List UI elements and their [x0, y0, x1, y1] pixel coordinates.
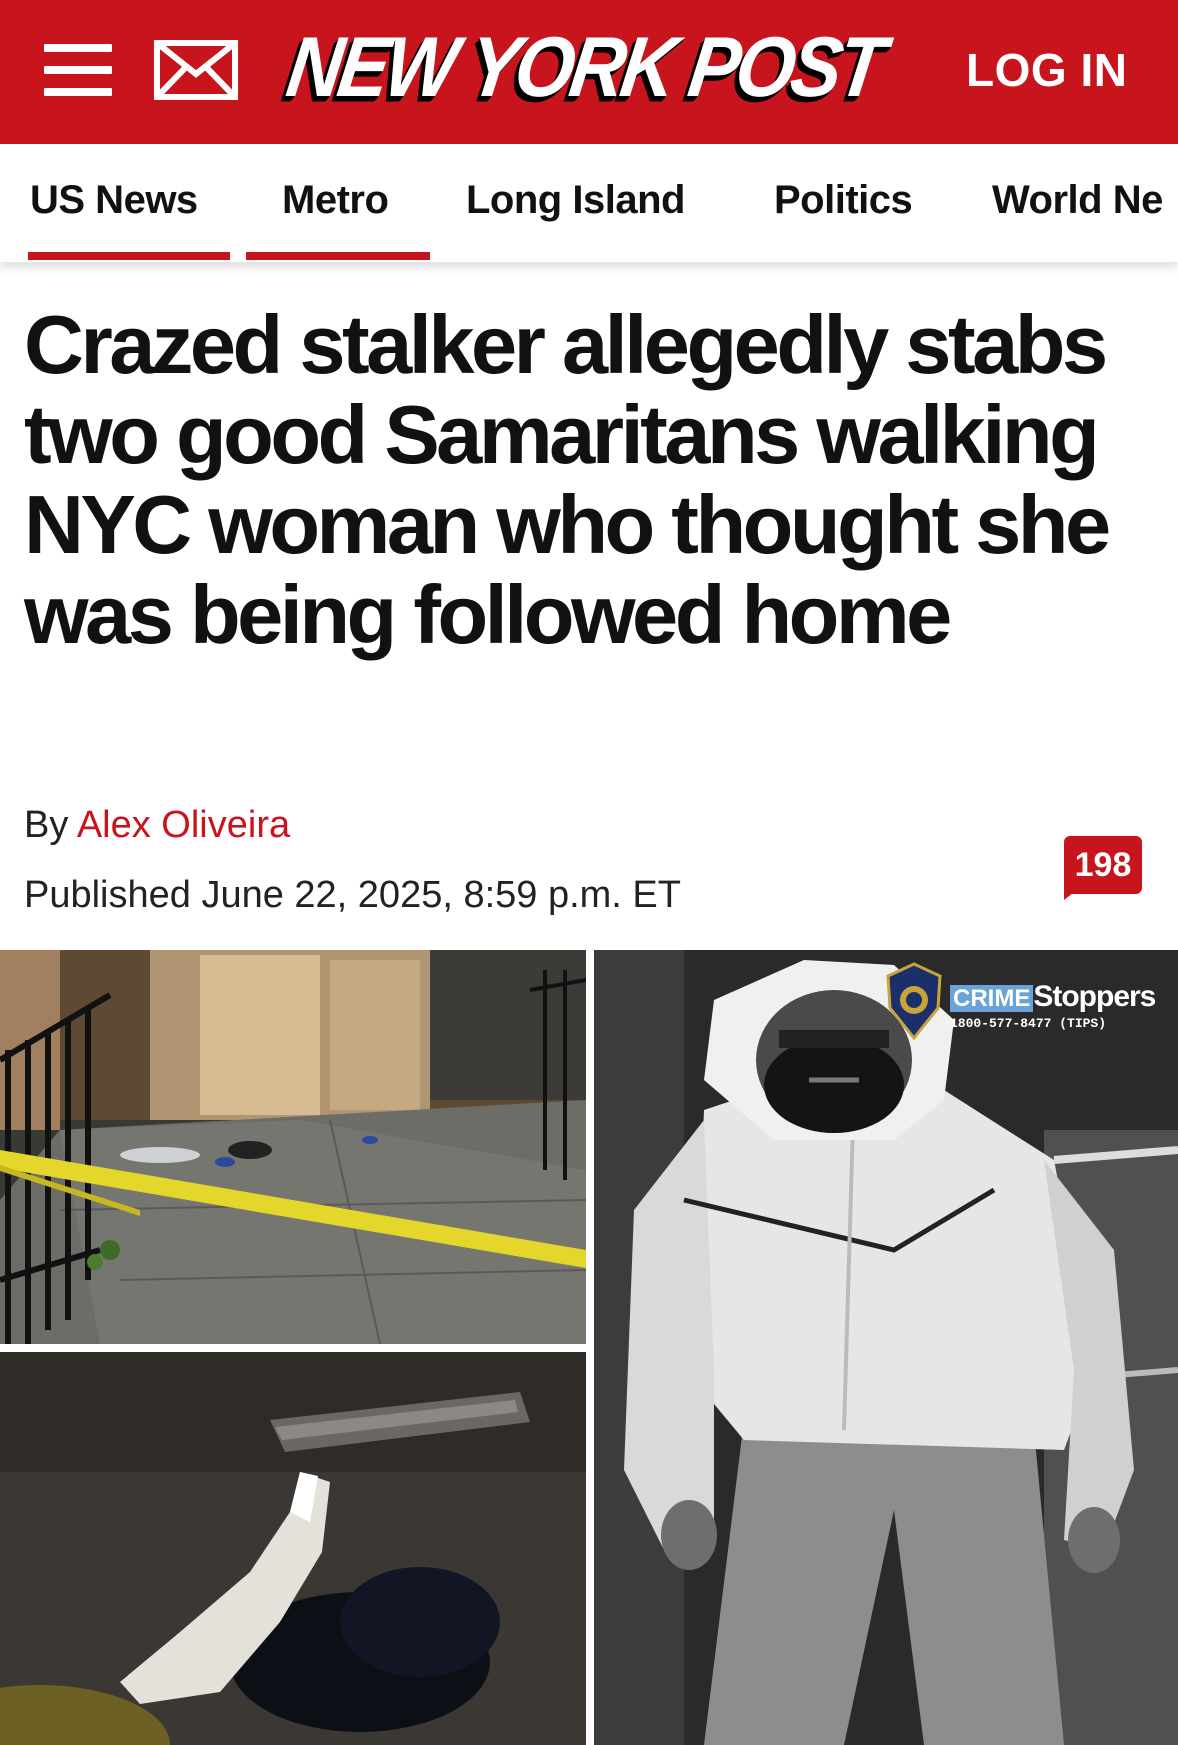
article-headline: Crazed stalker allegedly stabs two good … — [24, 298, 1111, 661]
author-link[interactable]: Alex Oliveira — [77, 804, 290, 846]
site-logo[interactable]: NEW YORK POST — [280, 12, 888, 124]
crime-scene-photo[interactable] — [0, 950, 586, 1344]
top-header-bar: NEW YORK POST LOG IN — [0, 0, 1178, 144]
byline-prefix: By — [24, 804, 69, 846]
nypd-shield-icon — [886, 962, 942, 1041]
published-date: Published June 22, 2025, 8:59 p.m. ET — [24, 874, 681, 916]
section-nav: US News Metro Long Island Politics World… — [0, 144, 1178, 262]
crimestoppers-crime: CRIME — [950, 985, 1034, 1012]
crimestoppers-badge: CRIME Stoppers 1800-577-8477 (TIPS) — [884, 962, 1174, 1042]
envelope-icon[interactable] — [154, 40, 238, 100]
login-button[interactable]: LOG IN — [966, 40, 1127, 100]
comment-count-badge[interactable]: 198 — [1064, 836, 1142, 900]
hamburger-menu-icon[interactable] — [44, 42, 112, 98]
evidence-photo[interactable] — [0, 1352, 586, 1745]
nav-underline-us-news — [28, 252, 230, 260]
nav-active-underline — [246, 252, 430, 260]
comment-count: 198 — [1064, 836, 1142, 894]
crimestoppers-stoppers: Stoppers — [1033, 980, 1156, 1013]
nav-item-world-news[interactable]: World Ne — [992, 178, 1163, 223]
suspect-surveillance-photo[interactable]: CRIME Stoppers 1800-577-8477 (TIPS) — [594, 950, 1178, 1745]
byline: By Alex Oliveira — [24, 804, 290, 847]
nav-item-long-island[interactable]: Long Island — [466, 178, 685, 223]
nav-item-politics[interactable]: Politics — [774, 178, 913, 223]
crimestoppers-title: CRIME Stoppers — [950, 980, 1156, 1014]
nav-item-us-news[interactable]: US News — [30, 178, 198, 223]
nav-item-metro[interactable]: Metro — [282, 178, 389, 223]
crimestoppers-phone: 1800-577-8477 (TIPS) — [950, 1016, 1107, 1031]
